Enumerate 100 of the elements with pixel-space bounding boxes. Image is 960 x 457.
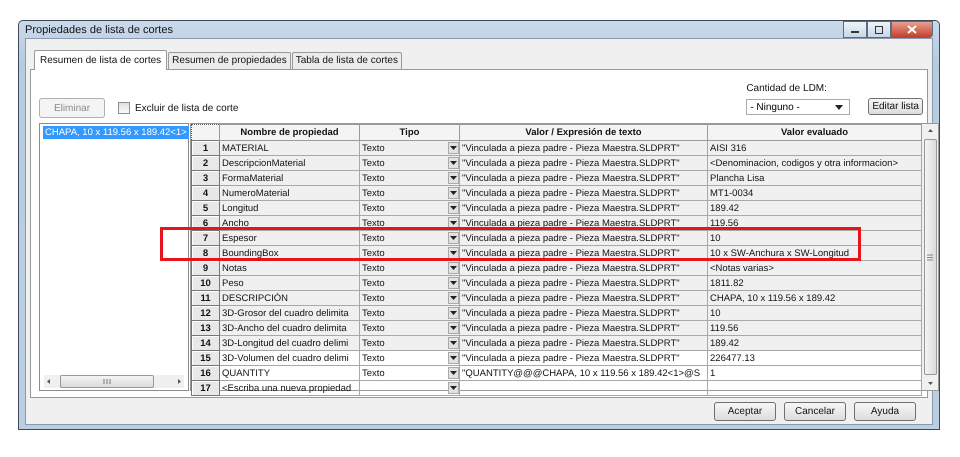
dropdown-button[interactable]	[448, 352, 458, 364]
type-dropdown[interactable]: Texto	[360, 320, 460, 336]
dropdown-button[interactable]	[448, 157, 458, 169]
dropdown-button[interactable]	[448, 202, 458, 214]
table-cell[interactable]: "Vinculada a pieza padre - Pieza Maestra.SLDPRT"	[460, 320, 708, 336]
table-cell[interactable]: "Vinculada a pieza padre - Pieza Maestra.SLDPRT"	[460, 290, 708, 306]
table-cell[interactable]: NumeroMaterial	[220, 186, 360, 200]
column-header[interactable]: Nombre de propiedad	[220, 124, 360, 140]
row-header[interactable]: 1	[192, 140, 220, 156]
type-dropdown[interactable]: Texto	[360, 366, 460, 380]
dropdown-button[interactable]	[448, 247, 458, 259]
table-cell[interactable]: "Vinculada a pieza padre - Pieza Maestra.SLDPRT"	[460, 336, 708, 350]
checkbox[interactable]	[118, 102, 130, 114]
dropdown-button[interactable]	[448, 367, 458, 379]
dialog-button[interactable]: Aceptar	[714, 402, 776, 421]
table-cell[interactable]: "Vinculada a pieza padre - Pieza Maestra.SLDPRT"	[460, 260, 708, 276]
table-cell[interactable]: "Vinculada a pieza padre - Pieza Maestra.SLDPRT"	[460, 186, 708, 200]
type-dropdown[interactable]: Texto	[360, 306, 460, 320]
table-cell[interactable]: Espesor	[220, 230, 360, 246]
dropdown-button[interactable]	[448, 232, 458, 244]
close-button[interactable]	[891, 21, 933, 38]
row-header[interactable]: 7	[192, 230, 220, 246]
type-dropdown[interactable]: Texto	[360, 156, 460, 170]
dropdown-button[interactable]	[448, 337, 458, 349]
row-header[interactable]: 11	[192, 290, 220, 306]
type-dropdown[interactable]: Texto	[360, 230, 460, 246]
table-cell[interactable]: 3D-Longitud del cuadro delimi	[220, 336, 360, 350]
dropdown-button[interactable]	[448, 322, 458, 334]
table-cell[interactable]: Longitud	[220, 200, 360, 216]
table-cell[interactable]: DESCRIPCIÓN	[220, 290, 360, 306]
row-header[interactable]: 10	[192, 276, 220, 290]
dropdown-button[interactable]	[448, 262, 458, 274]
table-cell[interactable]: "Vinculada a pieza padre - Pieza Maestra.SLDPRT"	[460, 140, 708, 156]
row-header[interactable]: 9	[192, 260, 220, 276]
dropdown-button[interactable]	[448, 172, 458, 184]
row-header[interactable]: 3	[192, 170, 220, 186]
table-cell[interactable]: "Vinculada a pieza padre - Pieza Maestra.SLDPRT"	[460, 170, 708, 186]
table-cell[interactable]: 3D-Volumen del cuadro delimi	[220, 350, 360, 366]
row-header[interactable]: 14	[192, 336, 220, 350]
column-header[interactable]: Tipo	[360, 124, 460, 140]
table-cell[interactable]: "QUANTITY@@@CHAPA, 10 x 119.56 x 189.42<1>@S	[460, 366, 708, 380]
type-dropdown[interactable]: Texto	[360, 350, 460, 366]
column-header[interactable]: Valor / Expresión de texto	[460, 124, 708, 140]
table-cell[interactable]: "Vinculada a pieza padre - Pieza Maestra.SLDPRT"	[460, 350, 708, 366]
scrollbar-thumb[interactable]	[924, 139, 936, 375]
field-label: Cantidad de LDM:	[746, 83, 828, 94]
maximize-button[interactable]	[867, 21, 891, 38]
table-cell[interactable]: 3D-Ancho del cuadro delimita	[220, 320, 360, 336]
table-cell[interactable]: 3D-Grosor del cuadro delimita	[220, 306, 360, 320]
minimize-button[interactable]	[843, 21, 867, 38]
window-title: Propiedades de lista de cortes	[25, 24, 173, 36]
caret-icon	[450, 356, 457, 360]
dropdown[interactable]: - Ninguno -	[746, 99, 850, 115]
table-cell[interactable]: "Vinculada a pieza padre - Pieza Maestra.SLDPRT"	[460, 200, 708, 216]
type-dropdown[interactable]: Texto	[360, 170, 460, 186]
dropdown-button[interactable]	[448, 307, 458, 319]
type-dropdown[interactable]: Texto	[360, 290, 460, 306]
dropdown-button[interactable]	[448, 187, 458, 199]
row-header[interactable]: 15	[192, 350, 220, 366]
horizontal-scrollbar[interactable]	[44, 375, 184, 388]
dropdown-button[interactable]	[448, 277, 458, 289]
table-cell[interactable]: Notas	[220, 260, 360, 276]
edit-list-button[interactable]: Editar lista	[868, 98, 923, 115]
table-cell[interactable]: FormaMaterial	[220, 170, 360, 186]
caret-icon	[835, 104, 844, 110]
caret-icon	[450, 206, 457, 210]
type-dropdown[interactable]: Texto	[360, 186, 460, 200]
dialog-button[interactable]: Ayuda	[854, 402, 916, 421]
dropdown-button[interactable]	[448, 382, 458, 394]
row-header[interactable]: 4	[192, 186, 220, 200]
table-cell[interactable]: "Vinculada a pieza padre - Pieza Maestra.SLDPRT"	[460, 306, 708, 320]
tab[interactable]: Tabla de lista de cortes	[292, 52, 402, 69]
dropdown-button[interactable]	[448, 142, 458, 154]
table-cell[interactable]: DescripcionMaterial	[220, 156, 360, 170]
column-header[interactable]: Valor evaluado	[708, 124, 922, 140]
table-cell[interactable]: "Vinculada a pieza padre - Pieza Maestra.SLDPRT"	[460, 156, 708, 170]
dialog-button[interactable]: Cancelar	[784, 402, 846, 421]
table-cell[interactable]: QUANTITY	[220, 366, 360, 380]
table-cell[interactable]: <Escriba una nueva propiedad	[220, 380, 360, 396]
type-dropdown[interactable]: Texto	[360, 276, 460, 290]
scrollbar-thumb[interactable]	[60, 375, 154, 388]
row-header[interactable]: 16	[192, 366, 220, 380]
type-dropdown[interactable]: Texto	[360, 140, 460, 156]
vertical-scrollbar[interactable]	[922, 124, 938, 390]
row-header[interactable]: 2	[192, 156, 220, 170]
type-dropdown[interactable]: Texto	[360, 336, 460, 350]
table-cell[interactable]	[460, 380, 708, 396]
dropdown-button[interactable]	[448, 292, 458, 304]
table-cell[interactable]: "Vinculada a pieza padre - Pieza Maestra.SLDPRT"	[460, 230, 708, 246]
table-cell[interactable]: Peso	[220, 276, 360, 290]
tab[interactable]: Resumen de lista de cortes	[34, 50, 168, 70]
type-dropdown[interactable]: Texto	[360, 260, 460, 276]
table-cell[interactable]: "Vinculada a pieza padre - Pieza Maestra.SLDPRT"	[460, 276, 708, 290]
row-header[interactable]: 17	[192, 380, 220, 396]
row-header[interactable]: 12	[192, 306, 220, 320]
tab[interactable]: Resumen de propiedades	[168, 52, 291, 69]
row-header[interactable]: 13	[192, 320, 220, 336]
type-dropdown[interactable]: Texto	[360, 200, 460, 216]
row-header[interactable]: 5	[192, 200, 220, 216]
table-cell[interactable]: MATERIAL	[220, 140, 360, 156]
